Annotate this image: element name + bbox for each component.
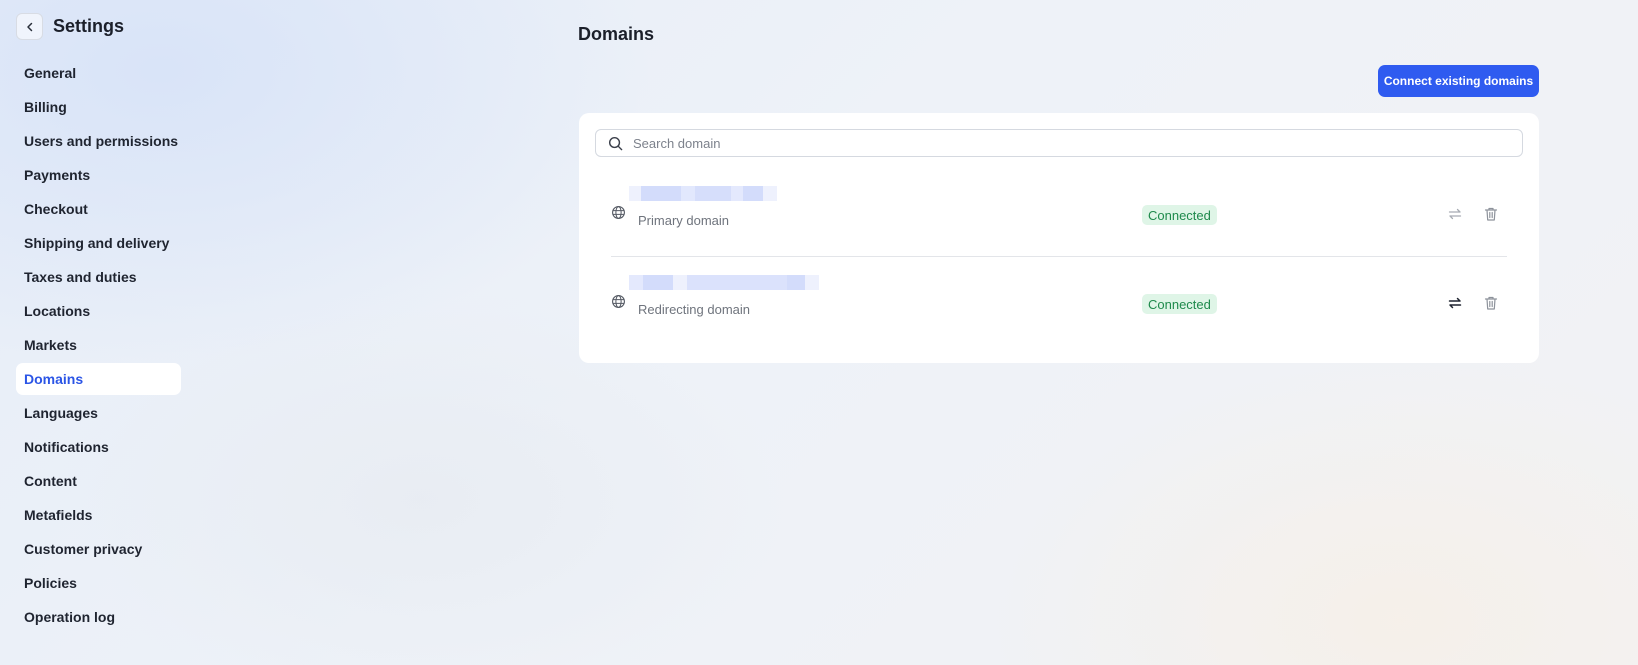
domain-name-redacted — [629, 275, 819, 290]
sidebar-item-content[interactable]: Content — [16, 465, 181, 497]
sidebar-title: Settings — [53, 16, 125, 36]
sidebar-item-languages[interactable]: Languages — [16, 397, 181, 429]
trash-icon — [1484, 207, 1498, 221]
row-divider — [611, 256, 1507, 257]
swap-arrows-icon — [1448, 297, 1462, 309]
chevron-left-icon — [26, 22, 32, 31]
domain-type-label: Primary domain — [638, 213, 730, 228]
globe-icon — [612, 295, 625, 308]
sidebar-item-operation-log[interactable]: Operation log — [16, 601, 181, 633]
sidebar-item-customer-privacy[interactable]: Customer privacy — [16, 533, 181, 565]
sidebar-item-metafields[interactable]: Metafields — [16, 499, 181, 531]
search-input[interactable] — [633, 135, 1513, 151]
sidebar-header: Settings — [16, 13, 124, 40]
sidebar-item-checkout[interactable]: Checkout — [16, 193, 181, 225]
sidebar-item-payments[interactable]: Payments — [16, 159, 181, 191]
connect-existing-domains-button[interactable]: Connect existing domains — [1378, 65, 1539, 97]
sidebar-item-policies[interactable]: Policies — [16, 567, 181, 599]
search-icon — [608, 136, 623, 150]
delete-domain-button[interactable] — [1482, 205, 1500, 223]
domains-card: Primary domain Connected Redi — [579, 113, 1539, 363]
domain-row: Redirecting domain Connected — [611, 265, 1507, 337]
sidebar-item-locations[interactable]: Locations — [16, 295, 181, 327]
sidebar-item-domains[interactable]: Domains — [16, 363, 181, 395]
page-title: Domains — [578, 24, 655, 44]
sidebar-item-billing[interactable]: Billing — [16, 91, 181, 123]
search-box[interactable] — [595, 129, 1523, 157]
back-button[interactable] — [16, 13, 43, 40]
swap-arrows-icon — [1448, 208, 1462, 220]
status-badge: Connected — [1142, 294, 1217, 314]
trash-icon — [1484, 296, 1498, 310]
delete-domain-button[interactable] — [1482, 294, 1500, 312]
redirect-button[interactable] — [1446, 205, 1464, 223]
domain-name-redacted — [629, 186, 777, 201]
sidebar-item-shipping-and-delivery[interactable]: Shipping and delivery — [16, 227, 181, 259]
settings-sidebar: Settings General Billing Users and permi… — [0, 0, 190, 665]
settings-nav: General Billing Users and permissions Pa… — [16, 57, 181, 635]
redirect-button[interactable] — [1446, 294, 1464, 312]
sidebar-item-notifications[interactable]: Notifications — [16, 431, 181, 463]
sidebar-item-taxes-and-duties[interactable]: Taxes and duties — [16, 261, 181, 293]
domain-type-label: Redirecting domain — [638, 302, 751, 317]
domain-row: Primary domain Connected — [611, 176, 1507, 248]
sidebar-item-markets[interactable]: Markets — [16, 329, 181, 361]
sidebar-item-general[interactable]: General — [16, 57, 181, 89]
sidebar-item-users-and-permissions[interactable]: Users and permissions — [16, 125, 181, 157]
globe-icon — [612, 206, 625, 219]
status-badge: Connected — [1142, 205, 1217, 225]
